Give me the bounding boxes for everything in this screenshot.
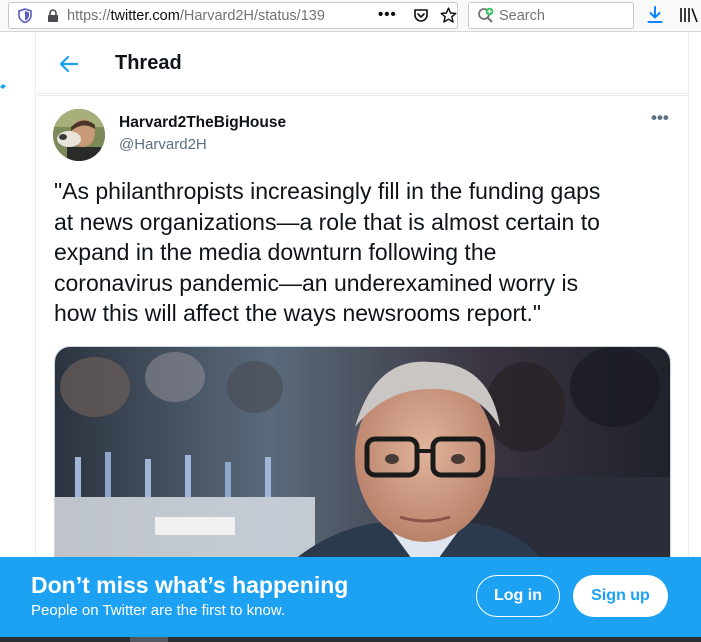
- url-host: twitter.com: [110, 8, 180, 24]
- lock-icon[interactable]: [47, 9, 59, 22]
- tweet-text: "As philanthropists increasingly fill in…: [54, 178, 601, 326]
- sidebar-partial-icon: [0, 84, 6, 89]
- tweet-media-image[interactable]: [54, 346, 671, 576]
- page-actions-menu-button[interactable]: •••: [378, 6, 397, 23]
- taskbar-segment: [130, 637, 168, 642]
- avatar-photo: [53, 109, 105, 161]
- search-engine-icon: [478, 7, 494, 23]
- left-sidebar: [0, 32, 36, 642]
- banner-title: Don’t miss what’s happening: [31, 572, 349, 598]
- search-placeholder: Search: [499, 8, 545, 24]
- signup-button[interactable]: Sign up: [573, 575, 668, 617]
- address-bar[interactable]: https://twitter.com/Harvard2H/status/139…: [8, 2, 458, 29]
- page-title: Thread: [115, 52, 182, 74]
- media-photo: [55, 347, 670, 575]
- more-options-button[interactable]: •••: [651, 108, 669, 128]
- download-icon[interactable]: [647, 6, 663, 24]
- bookmark-star-icon[interactable]: [440, 7, 457, 24]
- banner-subtitle: People on Twitter are the first to know.: [31, 602, 286, 619]
- url-scheme: https://: [67, 8, 111, 24]
- tweet: Harvard2TheBigHouse @Harvard2H ••• "As p…: [37, 95, 688, 576]
- browser-toolbar: https://twitter.com/Harvard2H/status/139…: [0, 0, 701, 32]
- thread-header: Thread: [37, 32, 688, 94]
- pocket-icon[interactable]: [413, 8, 429, 24]
- login-button[interactable]: Log in: [476, 575, 560, 617]
- avatar[interactable]: [53, 109, 105, 161]
- tracking-protection-shield-icon[interactable]: [18, 8, 32, 23]
- search-bar[interactable]: Search: [468, 2, 634, 29]
- url-path: /Harvard2H/status/139: [179, 8, 325, 24]
- display-name[interactable]: Harvard2TheBigHouse: [119, 114, 286, 132]
- taskbar-strip: [0, 637, 701, 642]
- url-text[interactable]: https://twitter.com/Harvard2H/status/139: [67, 8, 372, 24]
- user-handle[interactable]: @Harvard2H: [119, 136, 207, 153]
- back-arrow-icon[interactable]: [59, 55, 79, 73]
- column-divider: [688, 32, 689, 642]
- library-icon[interactable]: [679, 7, 701, 23]
- signup-banner: Don’t miss what’s happening People on Tw…: [0, 557, 701, 637]
